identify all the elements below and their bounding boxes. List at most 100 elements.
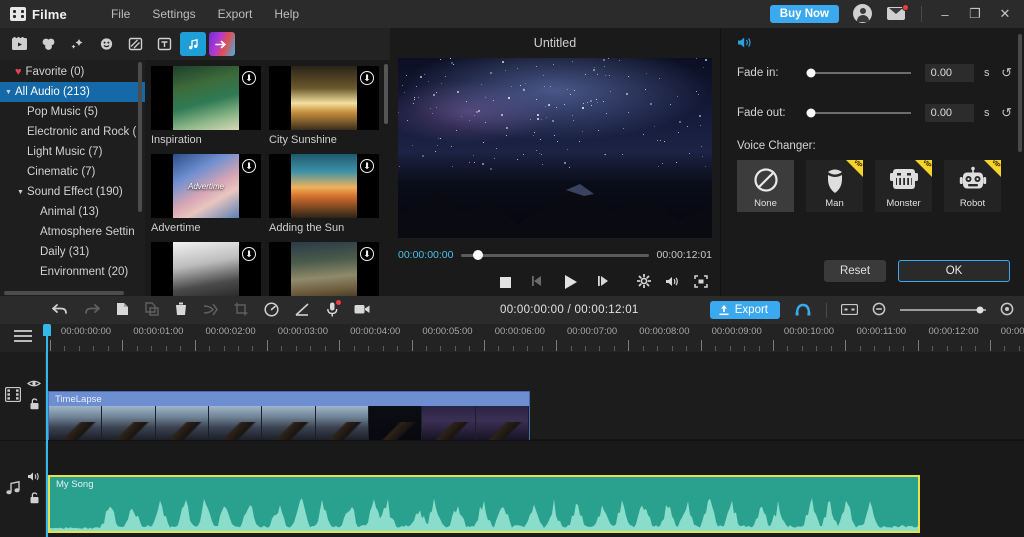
fade-out-slider[interactable] (806, 108, 911, 118)
video-preview[interactable] (398, 58, 712, 238)
menu-export[interactable]: Export (218, 7, 253, 21)
transition-icon[interactable] (122, 32, 148, 56)
video-track-lane[interactable]: TimeLapse (46, 352, 1024, 466)
audio-lock-icon[interactable] (29, 492, 40, 507)
sidebar-item-animal[interactable]: Animal (13) (0, 202, 145, 222)
fade-out-reset-icon[interactable]: ↺ (1001, 105, 1012, 121)
account-button[interactable] (853, 4, 873, 24)
sidebar-item-light-music[interactable]: Light Music (7) (0, 142, 145, 162)
list-item[interactable]: ⬇ (151, 242, 261, 296)
fade-in-reset-icon[interactable]: ↺ (1001, 65, 1012, 81)
audio-thumbnail[interactable]: Advertime ⬇ (151, 154, 261, 218)
menu-help[interactable]: Help (274, 7, 299, 21)
sidebar-item-favorite[interactable]: ▼ ♥ Favorite (0) (0, 62, 145, 82)
grid-scrollbar[interactable] (384, 64, 388, 124)
undo-icon[interactable] (52, 303, 68, 318)
buy-now-button[interactable]: Buy Now (769, 5, 839, 23)
audio-thumbnail[interactable]: ⬇ (269, 154, 379, 218)
timeline-ruler[interactable]: 00:00:00:00 00:00:01:00 00:00:02:00 00:00:0… (0, 324, 1024, 352)
fade-in-handle[interactable] (806, 68, 816, 78)
speed-icon[interactable] (264, 301, 279, 319)
caret-down-icon[interactable]: ▼ (14, 189, 27, 196)
media-icon[interactable] (6, 32, 32, 56)
seek-handle[interactable] (473, 250, 484, 260)
zoom-out-icon[interactable] (872, 302, 886, 318)
fade-out-input[interactable]: 0.00 (924, 104, 975, 122)
download-icon[interactable]: ⬇ (360, 71, 374, 85)
audio-thumbnail[interactable]: ⬇ (269, 242, 379, 296)
delete-icon[interactable] (175, 302, 187, 318)
audio-clip-my-song[interactable]: My Song (48, 475, 920, 533)
copy-icon[interactable] (116, 302, 129, 318)
play-button[interactable] (564, 275, 577, 289)
download-icon[interactable]: ⬇ (242, 159, 256, 173)
fade-out-handle[interactable] (806, 108, 816, 118)
filter-icon[interactable] (35, 32, 61, 56)
list-item[interactable]: ⬇ Inspiration (151, 66, 261, 146)
effects-icon[interactable] (64, 32, 90, 56)
audio-thumbnail[interactable]: ⬇ (151, 66, 261, 130)
close-button[interactable]: ✕ (990, 0, 1020, 28)
sidebar-item-sound-effect[interactable]: ▼ Sound Effect (190) (0, 182, 145, 202)
fullscreen-icon[interactable] (694, 274, 708, 290)
sidebar-item-environment[interactable]: Environment (20) (0, 262, 145, 282)
sidebar-item-electronic-and-rock[interactable]: Electronic and Rock ( (0, 122, 145, 142)
text-icon[interactable] (151, 32, 177, 56)
zoom-slider-handle[interactable] (976, 306, 984, 314)
download-icon[interactable]: ⬇ (242, 247, 256, 261)
ok-button[interactable]: OK (898, 260, 1010, 282)
seek-slider[interactable] (461, 250, 649, 260)
voiceover-icon[interactable] (326, 299, 341, 319)
maximize-button[interactable]: ❐ (960, 0, 990, 28)
audio-thumbnail[interactable]: ⬇ (269, 66, 379, 130)
list-item[interactable]: Advertime ⬇ Advertime (151, 154, 261, 234)
timeline-zoom-slider[interactable] (900, 306, 986, 314)
list-item[interactable]: ⬇ (269, 242, 379, 296)
previous-frame-button[interactable] (531, 275, 545, 289)
list-item[interactable]: ⬇ Adding the Sun (269, 154, 379, 234)
audio-volume-icon[interactable] (27, 471, 41, 485)
settings-icon[interactable] (636, 273, 652, 290)
audio-thumbnail[interactable]: ⬇ (151, 242, 261, 296)
menu-settings[interactable]: Settings (152, 7, 195, 21)
audio-icon[interactable] (180, 32, 206, 56)
sticker-icon[interactable] (93, 32, 119, 56)
properties-scrollbar[interactable] (1018, 34, 1022, 152)
voice-option-robot[interactable]: VIP Robot (944, 160, 1001, 212)
zoom-in-icon[interactable] (1000, 302, 1014, 318)
download-icon[interactable]: ⬇ (242, 71, 256, 85)
sidebar-item-daily[interactable]: Daily (31) (0, 242, 145, 262)
keyframe-icon[interactable] (295, 302, 310, 318)
sidebar-item-all-audio[interactable]: ▼ All Audio (213) (0, 82, 145, 102)
snap-magnet-icon[interactable] (794, 302, 812, 319)
voice-option-none[interactable]: None (737, 160, 794, 212)
voice-option-man[interactable]: VIP Man (806, 160, 863, 212)
split-screen-icon[interactable] (209, 32, 235, 56)
sidebar-item-atmosphere-setting[interactable]: Atmosphere Settin (0, 222, 145, 242)
screen-record-icon[interactable] (354, 303, 370, 317)
sidebar-item-cinematic[interactable]: Cinematic (7) (0, 162, 145, 182)
sidebar-scrollbar[interactable] (138, 62, 142, 212)
video-visibility-eye-icon[interactable] (26, 379, 42, 391)
sidebar-item-pop-music[interactable]: Pop Music (5) (0, 102, 145, 122)
caret-down-icon[interactable]: ▼ (2, 89, 15, 96)
volume-icon[interactable] (665, 275, 680, 290)
marker-icon[interactable] (840, 303, 859, 317)
voice-option-monster[interactable]: VIP Monster (875, 160, 932, 212)
mountain-silhouette (398, 184, 712, 238)
fade-in-slider[interactable] (806, 68, 911, 78)
list-item[interactable]: ⬇ City Sunshine (269, 66, 379, 146)
stop-button[interactable] (499, 276, 511, 288)
hamburger-icon[interactable] (14, 330, 32, 345)
next-frame-button[interactable] (597, 275, 611, 289)
fade-in-input[interactable]: 0.00 (924, 64, 975, 82)
reset-button[interactable]: Reset (824, 260, 886, 282)
export-button[interactable]: Export (709, 301, 780, 319)
audio-track-lane[interactable]: My Song (46, 441, 1024, 537)
menu-file[interactable]: File (111, 7, 130, 21)
messages-button[interactable] (887, 4, 909, 24)
download-icon[interactable]: ⬇ (360, 159, 374, 173)
download-icon[interactable]: ⬇ (360, 247, 374, 261)
minimize-button[interactable]: – (930, 0, 960, 28)
video-lock-icon[interactable] (29, 398, 40, 413)
